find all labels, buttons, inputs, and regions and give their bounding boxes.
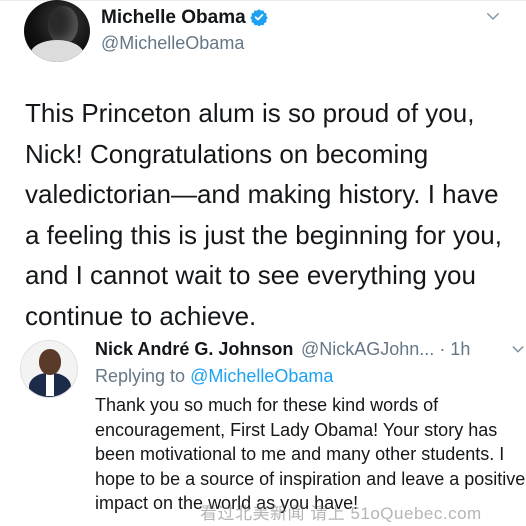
top-divider <box>0 0 526 1</box>
watermark: 看过北美新闻 请上 51oQuebec.com <box>200 504 482 523</box>
reply-text: Thank you so much for these kind words o… <box>95 395 526 513</box>
author-avatar[interactable] <box>24 0 90 62</box>
reply-author-name[interactable]: Nick André G. Johnson <box>95 339 293 360</box>
replying-to-prefix: Replying to <box>95 366 191 386</box>
verified-badge-icon <box>250 9 268 26</box>
avatar-head <box>39 349 61 375</box>
avatar-shoulder <box>30 40 84 62</box>
reply-author-avatar[interactable] <box>20 340 78 398</box>
reply-author-handle-time[interactable]: @NickAGJohn... · 1h <box>301 339 470 360</box>
chevron-down-icon[interactable] <box>484 7 502 25</box>
chevron-down-icon[interactable] <box>510 341 526 357</box>
replying-to-line: Replying to @MichelleObama <box>95 366 333 387</box>
avatar-face <box>48 6 78 44</box>
avatar-shirt <box>46 374 54 396</box>
replying-to-mention[interactable]: @MichelleObama <box>190 366 333 386</box>
author-handle[interactable]: @MichelleObama <box>101 33 244 54</box>
author-name[interactable]: Michelle Obama <box>101 7 246 29</box>
tweet-text: This Princeton alum is so proud of you, … <box>25 98 502 331</box>
